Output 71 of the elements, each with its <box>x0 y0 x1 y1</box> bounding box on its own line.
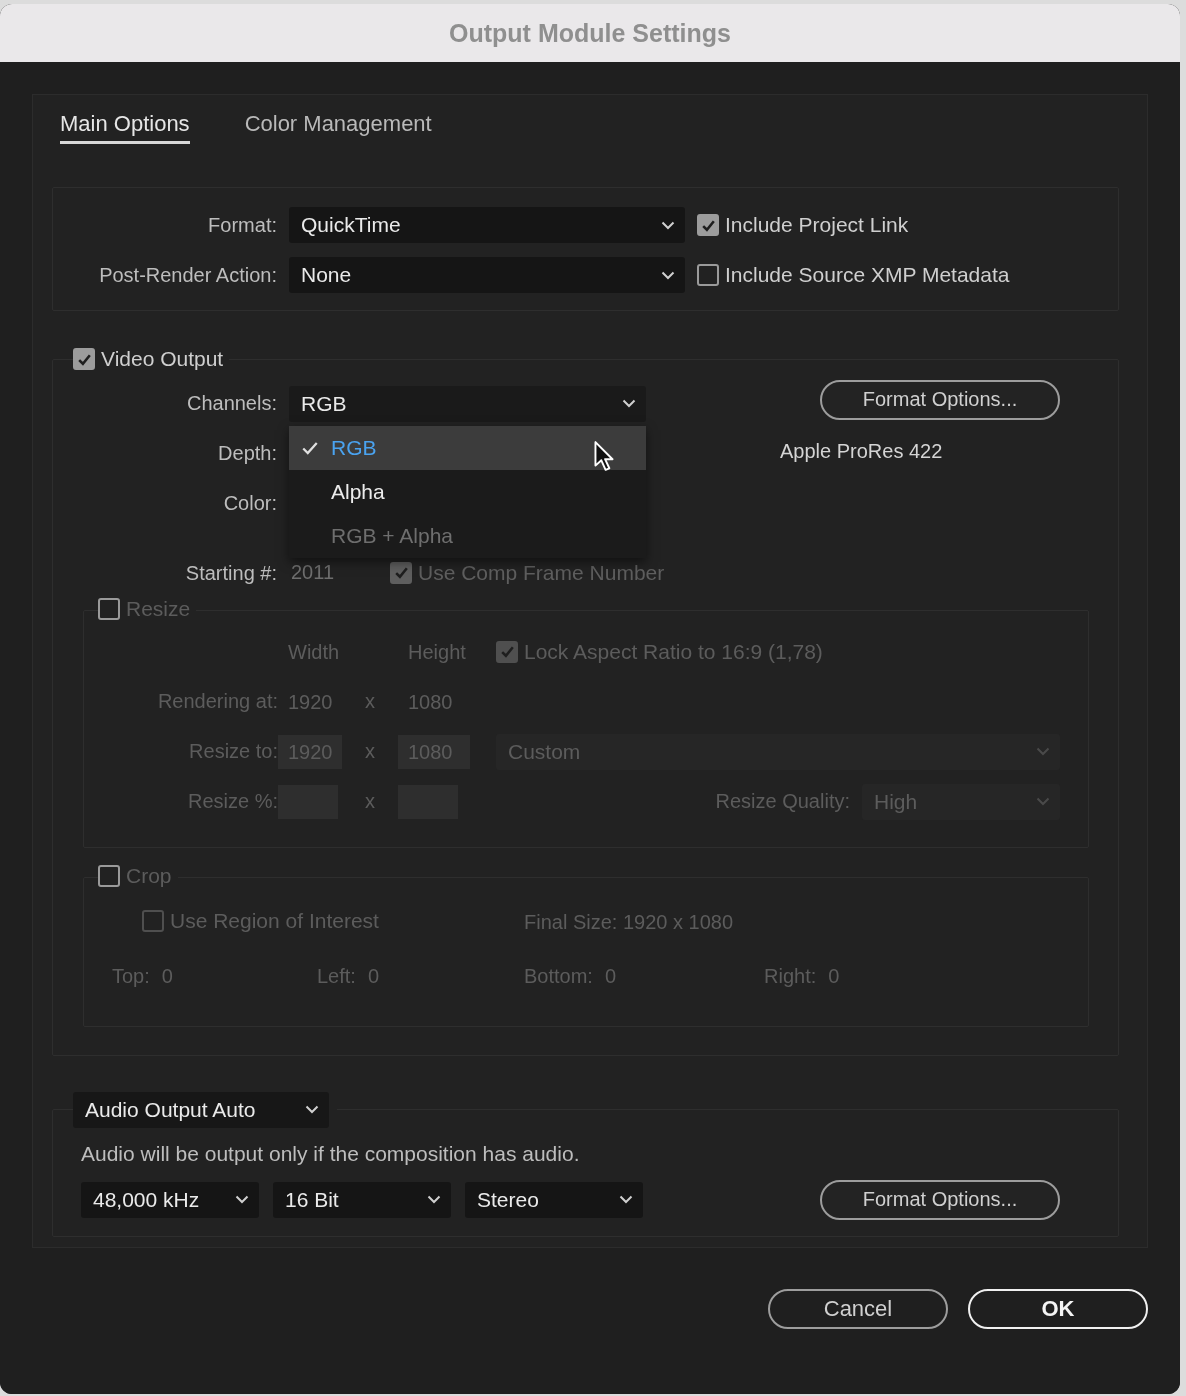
codec-text: Apple ProRes 422 <box>780 439 943 463</box>
cursor-icon <box>593 439 615 472</box>
dropdown[interactable]: None <box>289 257 685 293</box>
field-value: 0 <box>828 965 840 988</box>
dropdown[interactable]: 16 Bit <box>273 1181 451 1218</box>
dropdown[interactable]: Audio Output Auto <box>73 1091 329 1128</box>
times-sign: x <box>364 690 376 713</box>
dialog-button[interactable]: Cancel <box>768 1288 948 1329</box>
dropdown[interactable]: 48,000 kHz <box>81 1181 259 1218</box>
field-label: Top: <box>112 965 150 988</box>
field-value: 0 <box>161 965 173 988</box>
menu-item[interactable]: Alpha <box>289 469 646 514</box>
section-label: Resize <box>126 596 191 621</box>
field-label: Resize to: <box>188 740 278 763</box>
checkbox-label: Include Project Link <box>725 213 909 237</box>
field-label: Post-Render Action: <box>98 263 277 287</box>
chevron-icon <box>305 1105 319 1114</box>
field-value: 1080 <box>407 689 454 715</box>
tab[interactable]: Main Options <box>60 111 190 144</box>
chevron-icon <box>661 220 675 230</box>
checkbox[interactable] <box>142 909 164 932</box>
field-label: Right: <box>764 965 817 988</box>
audio-note: Audio will be output only if the composition has audio. <box>81 1141 581 1166</box>
checkbox[interactable] <box>98 597 120 620</box>
times-sign: x <box>364 740 376 763</box>
dropdown[interactable]: Stereo <box>465 1181 643 1218</box>
checkbox[interactable] <box>496 640 518 663</box>
field-value: 1920 <box>287 689 334 715</box>
menu-item[interactable]: RGB <box>289 425 646 470</box>
window-title: Output Module Settings <box>449 18 731 48</box>
checkbox[interactable] <box>390 561 412 584</box>
checkbox-label: Use Region of Interest <box>170 908 379 933</box>
tab[interactable]: Color Management <box>244 111 432 144</box>
checkbox-label: Lock Aspect Ratio to 16:9 (1,78) <box>524 639 823 664</box>
field-label: Bottom: <box>524 965 593 988</box>
checkbox[interactable] <box>697 264 719 286</box>
format-options-button[interactable]: Format Options... <box>820 379 1060 420</box>
final-size-text: Final Size: 1920 x 1080 <box>524 911 735 934</box>
field-label: Color: <box>222 492 277 515</box>
field-label: Resize %: <box>186 790 278 813</box>
checkbox[interactable] <box>697 214 719 236</box>
checkbox-label: Use Comp Frame Number <box>418 560 665 585</box>
field-label: Channels: <box>185 392 277 415</box>
chevron-icon <box>235 1195 249 1204</box>
field-label: Rendering at: <box>156 690 278 713</box>
field-label: Depth: <box>217 442 277 465</box>
field-value: 0 <box>367 965 380 988</box>
column-header: Height <box>407 639 467 665</box>
chevron-icon <box>619 1195 633 1204</box>
field-label: Left: <box>317 965 356 988</box>
section-label: Video Output <box>101 347 224 371</box>
dropdown[interactable]: RGB <box>289 385 646 422</box>
dropdown[interactable]: QuickTime <box>289 207 685 243</box>
section-label: Crop <box>126 863 172 888</box>
format-options-button[interactable]: Format Options... <box>820 1179 1060 1220</box>
checkbox[interactable] <box>73 348 95 370</box>
dialog-button[interactable]: OK <box>968 1288 1148 1329</box>
field-label: Starting #: <box>184 561 277 585</box>
field-label: Format: <box>207 213 277 237</box>
chevron-icon <box>427 1195 441 1204</box>
checkbox-label: Include Source XMP Metadata <box>725 263 1010 287</box>
chevron-icon <box>1036 747 1050 756</box>
times-sign: x <box>364 790 376 813</box>
chevron-icon <box>661 270 675 280</box>
chevron-icon <box>1036 797 1050 806</box>
field-value: 0 <box>604 965 617 988</box>
chevron-icon <box>622 399 636 408</box>
column-header: Width <box>287 639 341 665</box>
field-value: 2011 <box>290 561 334 584</box>
field-label: Resize Quality: <box>715 790 850 813</box>
checkbox[interactable] <box>98 864 120 887</box>
